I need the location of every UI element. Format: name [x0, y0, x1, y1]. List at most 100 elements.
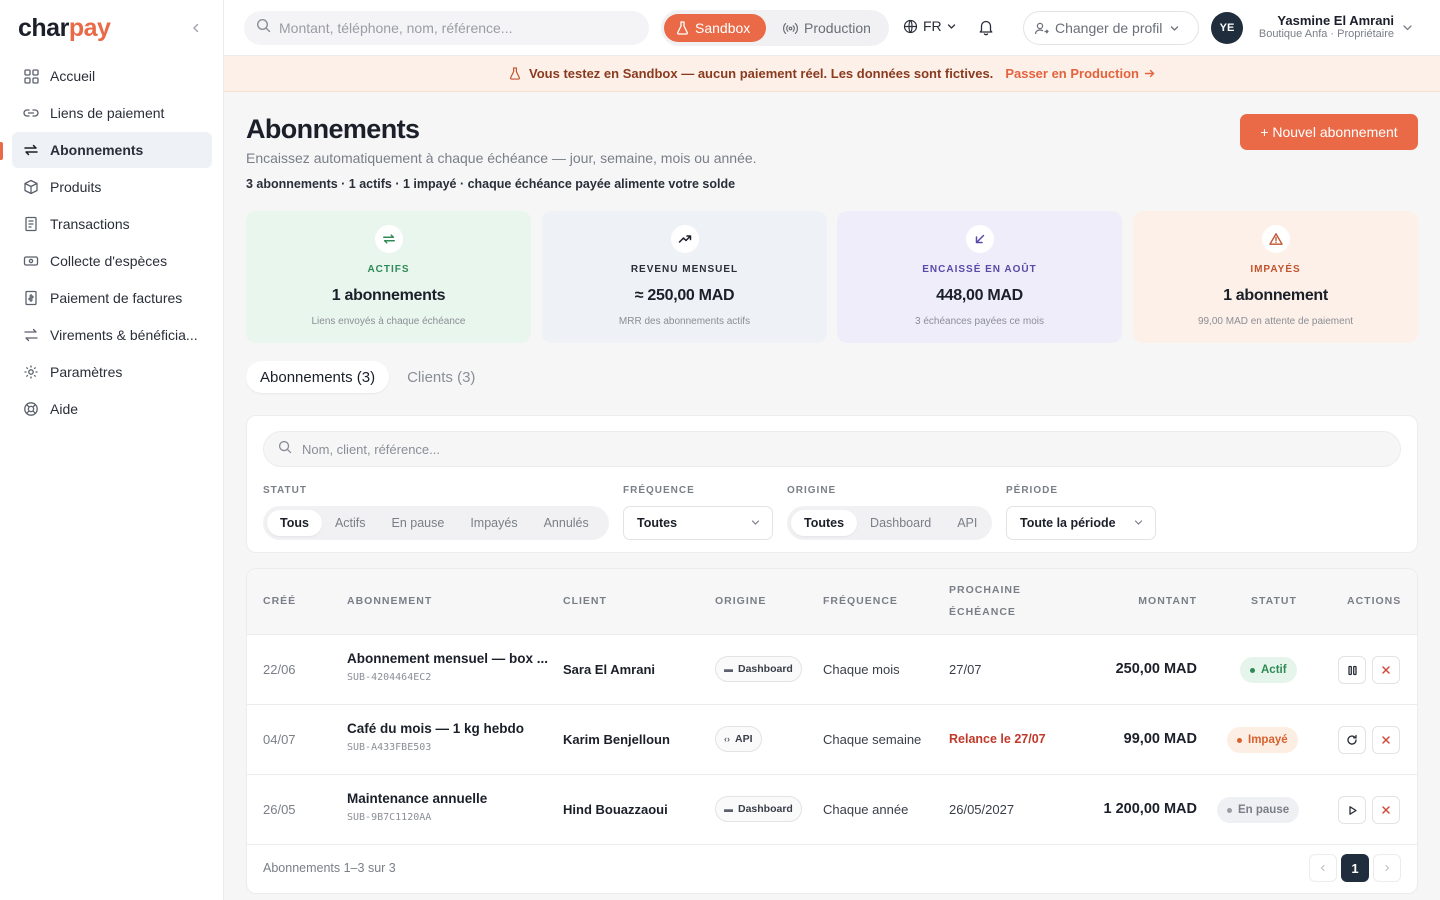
env-production-button[interactable]: Production	[771, 14, 885, 42]
brand-logo[interactable]: charpay	[18, 14, 111, 43]
active-nav-marker	[0, 142, 3, 160]
sidebar-item-virements[interactable]: Virements & bénéficia...	[12, 317, 212, 353]
pagination-page-current[interactable]: 1	[1341, 854, 1369, 882]
avatar[interactable]: YE	[1211, 12, 1243, 44]
global-search[interactable]	[244, 11, 649, 45]
status-label: En pause	[1238, 804, 1290, 816]
gear-icon	[22, 363, 40, 381]
frequency-select-value: Toutes	[637, 516, 678, 530]
global-search-input[interactable]	[279, 20, 639, 36]
notifications-bell-icon[interactable]	[977, 18, 995, 41]
sidebar-item-produits[interactable]: Produits	[12, 169, 212, 205]
sidebar-item-factures[interactable]: Paiement de factures	[12, 280, 212, 316]
env-sandbox-button[interactable]: Sandbox	[664, 14, 766, 42]
status-option-en-pause[interactable]: En pause	[379, 510, 458, 536]
status-option-impayes[interactable]: Impayés	[457, 510, 530, 536]
trend-up-icon	[670, 225, 699, 253]
column-header-frequency[interactable]: FRÉQUENCE	[823, 590, 898, 612]
sidebar-item-parametres[interactable]: Paramètres	[12, 354, 212, 390]
row-created-date: 26/05	[263, 802, 296, 817]
resume-button[interactable]	[1338, 796, 1366, 824]
transfer-icon	[22, 326, 40, 344]
table-row[interactable]: 26/05 Maintenance annuelle SUB-9B7C1120A…	[247, 775, 1417, 845]
sidebar-item-aide[interactable]: Aide	[12, 391, 212, 427]
row-frequency: Chaque mois	[823, 662, 900, 677]
pagination-prev-button[interactable]	[1309, 854, 1337, 882]
dashboard-icon: ▬	[724, 804, 733, 814]
status-option-tous[interactable]: Tous	[267, 510, 322, 536]
status-option-actifs[interactable]: Actifs	[322, 510, 379, 536]
switch-to-production-link[interactable]: Passer en Production	[1005, 66, 1155, 81]
pause-icon	[1347, 665, 1357, 675]
row-client[interactable]: Sara El Amrani	[563, 662, 655, 677]
sidebar-item-abonnements[interactable]: Abonnements	[12, 132, 212, 168]
sidebar-item-label: Paiement de factures	[50, 290, 183, 306]
subscription-search[interactable]	[263, 431, 1401, 467]
page-subtitle: Encaissez automatiquement à chaque échéa…	[246, 150, 757, 166]
user-menu-chevron-icon[interactable]	[1402, 20, 1413, 38]
sidebar-item-liens[interactable]: Liens de paiement	[12, 95, 212, 131]
user-switch-icon	[1034, 22, 1049, 34]
column-header-origin[interactable]: ORIGINE	[715, 590, 766, 612]
column-header-next-due[interactable]: PROCHAINE ÉCHÉANCE	[949, 579, 1021, 623]
sidebar-item-label: Abonnements	[50, 142, 144, 158]
column-header-created[interactable]: CRÉÉ	[263, 590, 296, 612]
kpi-label: REVENU MENSUEL	[630, 264, 739, 275]
sandbox-banner: Vous testez en Sandbox — aucun paiement …	[224, 56, 1440, 92]
change-profile-button[interactable]: Changer de profil	[1023, 11, 1199, 45]
sidebar-item-label: Virements & bénéficia...	[50, 327, 198, 343]
status-option-annules[interactable]: Annulés	[531, 510, 602, 536]
row-subscription[interactable]: Maintenance annuelle SUB-9B7C1120AA	[347, 791, 552, 823]
flask-icon	[677, 21, 688, 35]
env-sandbox-label: Sandbox	[695, 20, 751, 36]
tab-abonnements[interactable]: Abonnements (3)	[246, 361, 390, 393]
column-header-amount[interactable]: MONTANT	[1117, 590, 1197, 612]
sidebar-item-accueil[interactable]: Accueil	[12, 58, 212, 94]
kpi-note: Liens envoyés à chaque échéance	[311, 316, 466, 327]
pagination-next-button[interactable]	[1373, 854, 1401, 882]
row-subscription[interactable]: Abonnement mensuel — box ... SUB-4204464…	[347, 651, 552, 683]
search-icon	[256, 18, 271, 38]
row-created-date: 22/06	[263, 662, 296, 677]
play-icon	[1348, 805, 1357, 815]
kpi-card-revenu: REVENU MENSUEL ≈ 250,00 MAD MRR des abon…	[542, 211, 827, 343]
row-subscription[interactable]: Café du mois — 1 kg hebdo SUB-A433FBE503	[347, 721, 552, 753]
period-select[interactable]: Toute la période	[1006, 506, 1156, 540]
close-icon	[1382, 806, 1390, 814]
user-name: Yasmine El Amrani	[1277, 13, 1394, 28]
subscription-search-input[interactable]	[302, 441, 1302, 457]
change-profile-label: Changer de profil	[1055, 20, 1163, 36]
column-header-subscription[interactable]: ABONNEMENT	[347, 590, 432, 612]
link-icon	[22, 104, 40, 122]
origin-option-dashboard[interactable]: Dashboard	[857, 510, 944, 536]
topbar: Sandbox Production FR Changer de profil …	[224, 0, 1440, 56]
frequency-select[interactable]: Toutes	[623, 506, 773, 540]
collapse-sidebar-icon[interactable]	[188, 20, 204, 36]
row-amount: 99,00 MAD	[1123, 731, 1197, 747]
column-header-next-due-line2: ÉCHÉANCE	[949, 606, 1016, 618]
kpi-note: 3 échéances payées ce mois	[915, 316, 1044, 327]
column-header-status[interactable]: STATUT	[1251, 590, 1297, 612]
pause-button[interactable]	[1338, 656, 1366, 684]
table-row[interactable]: 04/07 Café du mois — 1 kg hebdo SUB-A433…	[247, 705, 1417, 775]
chevron-left-icon	[1320, 864, 1325, 872]
origin-option-api[interactable]: API	[944, 510, 990, 536]
status-badge: Impayé	[1227, 727, 1298, 753]
language-selector[interactable]: FR	[903, 18, 956, 34]
cancel-subscription-button[interactable]	[1372, 796, 1400, 824]
column-header-client[interactable]: CLIENT	[563, 590, 607, 612]
retry-button[interactable]	[1338, 726, 1366, 754]
cancel-subscription-button[interactable]	[1372, 726, 1400, 754]
row-client[interactable]: Hind Bouazzaoui	[563, 802, 668, 817]
table-row[interactable]: 22/06 Abonnement mensuel — box ... SUB-4…	[247, 635, 1417, 705]
tab-clients[interactable]: Clients (3)	[393, 361, 489, 393]
origin-option-toutes[interactable]: Toutes	[791, 510, 858, 536]
row-client[interactable]: Karim Benjelloun	[563, 732, 670, 747]
arrow-right-icon	[1144, 69, 1155, 78]
cancel-subscription-button[interactable]	[1372, 656, 1400, 684]
sidebar-item-transactions[interactable]: Transactions	[12, 206, 212, 242]
kpi-value: 1 abonnements	[331, 287, 446, 304]
sidebar-item-collecte[interactable]: Collecte d'espèces	[12, 243, 212, 279]
repeat-icon	[374, 225, 403, 253]
new-subscription-button[interactable]: + Nouvel abonnement	[1240, 114, 1418, 150]
